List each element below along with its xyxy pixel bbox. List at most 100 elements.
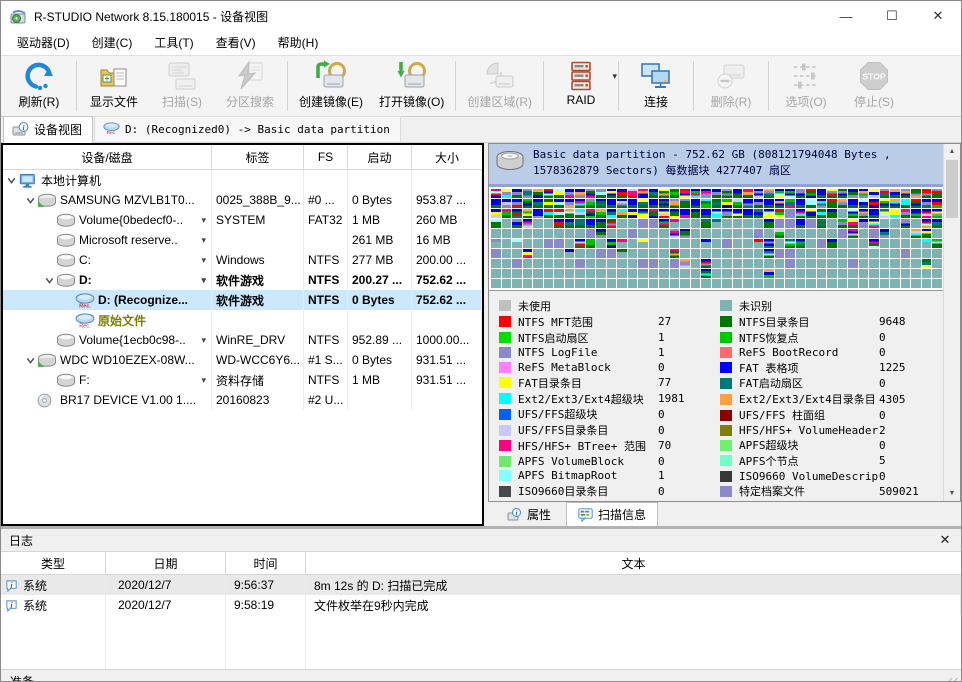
tree-row[interactable]: F:▾资料存储NTFS1 MB931.51 ... (3, 370, 482, 390)
log-header-type[interactable]: 类型 (1, 552, 106, 574)
tree-row[interactable]: Rec.D: (Recognize...软件游戏NTFS0 Bytes752.6… (3, 290, 482, 310)
toolbar-button-stop[interactable]: STOP停止(S) (840, 57, 908, 115)
device-cell: C:▾ (3, 250, 212, 270)
tree-row[interactable]: C:▾WindowsNTFS277 MB200.00 ... (3, 250, 482, 270)
scan-block (512, 239, 522, 248)
legend-swatch (499, 409, 511, 420)
scan-block (733, 229, 743, 238)
scan-block (838, 269, 848, 278)
size-cell: 931.51 ... (412, 350, 482, 370)
menu-item-3[interactable]: 查看(V) (205, 31, 267, 55)
minimize-button[interactable]: — (823, 1, 869, 31)
rec-icon: Rec. (75, 313, 95, 328)
toolbar-button-scan[interactable]: 扫描(S) (148, 57, 216, 115)
scroll-down-icon[interactable]: ▼ (944, 486, 960, 501)
maximize-button[interactable]: ☐ (869, 1, 915, 31)
log-header-time[interactable]: 时间 (226, 552, 306, 574)
scrollbar-vertical[interactable]: ▲ ▼ (943, 144, 960, 501)
tree-header-start[interactable]: 启动 (348, 145, 412, 169)
dropdown-arrow-icon[interactable]: ▾ (612, 71, 617, 82)
menu-item-0[interactable]: 驱动器(D) (6, 31, 81, 55)
log-close-icon[interactable]: ✕ (937, 532, 953, 548)
dropdown-arrow-icon[interactable]: ▾ (201, 335, 208, 346)
toolbar-button-options[interactable]: 选项(O) (772, 57, 840, 115)
scan-block (638, 219, 648, 228)
tree-row[interactable]: Volume{1ecb0c98-..▾WinRE_DRVNTFS952.89 .… (3, 330, 482, 350)
expand-chevron-icon[interactable] (5, 174, 18, 187)
dropdown-arrow-icon[interactable]: ▾ (201, 255, 208, 266)
toolbar-button-delete[interactable]: 删除(R) (697, 57, 765, 115)
scan-block (733, 199, 743, 208)
legend-swatch (499, 393, 511, 404)
tree-row[interactable]: Volume{0bedecf0-..▾SYSTEMFAT321 MB260 MB (3, 210, 482, 230)
log-row[interactable]: i系统2020/12/79:56:378m 12s 的 D: 扫描已完成 (1, 575, 961, 595)
close-button[interactable]: ✕ (915, 1, 961, 31)
toolbar-button-create-region[interactable]: 创建区域(R) (459, 57, 540, 115)
view-tab-0[interactable]: i设备视图 (3, 116, 93, 143)
dropdown-arrow-icon[interactable]: ▾ (201, 215, 208, 226)
scan-block (491, 249, 501, 258)
scan-block (901, 269, 911, 278)
create-region-icon (484, 60, 516, 92)
view-tab-1[interactable]: Rec.D: (Recognized0) -> Basic data parti… (94, 116, 401, 142)
dropdown-arrow-icon[interactable]: ▾ (201, 375, 208, 386)
tree-row[interactable]: Microsoft reserve..▾261 MB16 MB (3, 230, 482, 250)
scan-info-icon (578, 508, 593, 522)
tree-row[interactable]: SAMSUNG MZVLB1T0...0025_388B_9...#0 ...0… (3, 190, 482, 210)
dropdown-arrow-icon[interactable]: ▾ (201, 275, 208, 286)
legend-count: 77 (658, 376, 720, 389)
tree-row[interactable]: D:▾软件游戏NTFS200.27 ...752.62 ... (3, 270, 482, 290)
tree-header-label[interactable]: 标签 (212, 145, 304, 169)
dropdown-arrow-icon[interactable]: ▾ (201, 235, 208, 246)
scan-block (932, 229, 942, 238)
tree-row[interactable]: BR17 DEVICE V1.00 1....20160823#2 U... (3, 390, 482, 410)
tree-header-size[interactable]: 大小 (412, 145, 482, 169)
scan-block (680, 219, 690, 228)
toolbar-button-show-files[interactable]: 显示文件 (80, 57, 148, 115)
menu-item-1[interactable]: 创建(C) (81, 31, 144, 55)
panel-tab-0[interactable]: i属性 (496, 503, 562, 526)
scan-block (649, 209, 659, 218)
tree-header-dev[interactable]: 设备/磁盘 (3, 145, 212, 169)
scan-block (911, 269, 921, 278)
scan-block (796, 279, 806, 288)
scan-block (586, 189, 596, 198)
menu-item-4[interactable]: 帮助(H) (267, 31, 330, 55)
tree-row[interactable]: Rec.原始文件 (3, 310, 482, 330)
legend-label: ISO9660目录条目 (518, 483, 608, 499)
expand-chevron-icon[interactable] (24, 194, 37, 207)
scan-block (586, 229, 596, 238)
toolbar-button-raid[interactable]: ▾RAID (547, 57, 615, 115)
log-header-text[interactable]: 文本 (306, 552, 961, 574)
scan-block (817, 229, 827, 238)
tree-header-fs[interactable]: FS (304, 145, 348, 169)
scan-block (775, 229, 785, 238)
toolbar-button-partition-search[interactable]: 分区搜索 (216, 57, 284, 115)
menu-item-2[interactable]: 工具(T) (143, 31, 204, 55)
scan-block (649, 279, 659, 288)
toolbar-button-create-image[interactable]: 创建镜像(E) (291, 57, 371, 115)
tree-row[interactable]: 本地计算机 (3, 170, 482, 190)
expand-chevron-icon[interactable] (24, 354, 37, 367)
scan-block (901, 259, 911, 268)
fs-cell: NTFS (304, 370, 348, 390)
toolbar-button-connect[interactable]: 连接 (622, 57, 690, 115)
scan-block (880, 229, 890, 238)
connect-icon (640, 60, 672, 92)
scan-block (691, 249, 701, 258)
scan-block (554, 269, 564, 278)
log-header-date[interactable]: 日期 (106, 552, 226, 574)
tree-row[interactable]: WDC WD10EZEX-08W...WD-WCC6Y6...#1 S...0 … (3, 350, 482, 370)
scan-block (796, 199, 806, 208)
toolbar-button-refresh[interactable]: 刷新(R) (5, 57, 73, 115)
size-cell: 752.62 ... (412, 270, 482, 290)
scan-block (670, 229, 680, 238)
scrollbar-thumb[interactable] (946, 160, 958, 218)
panel-tab-1[interactable]: 扫描信息 (566, 502, 658, 526)
scroll-up-icon[interactable]: ▲ (944, 144, 960, 159)
expand-chevron-icon[interactable] (43, 274, 56, 287)
log-row[interactable]: i系统2020/12/79:58:19文件枚举在9秒内完成 (1, 595, 961, 615)
scan-block (575, 219, 585, 228)
resize-grip[interactable] (947, 678, 960, 682)
toolbar-button-open-image[interactable]: 打开镜像(O) (371, 57, 452, 115)
